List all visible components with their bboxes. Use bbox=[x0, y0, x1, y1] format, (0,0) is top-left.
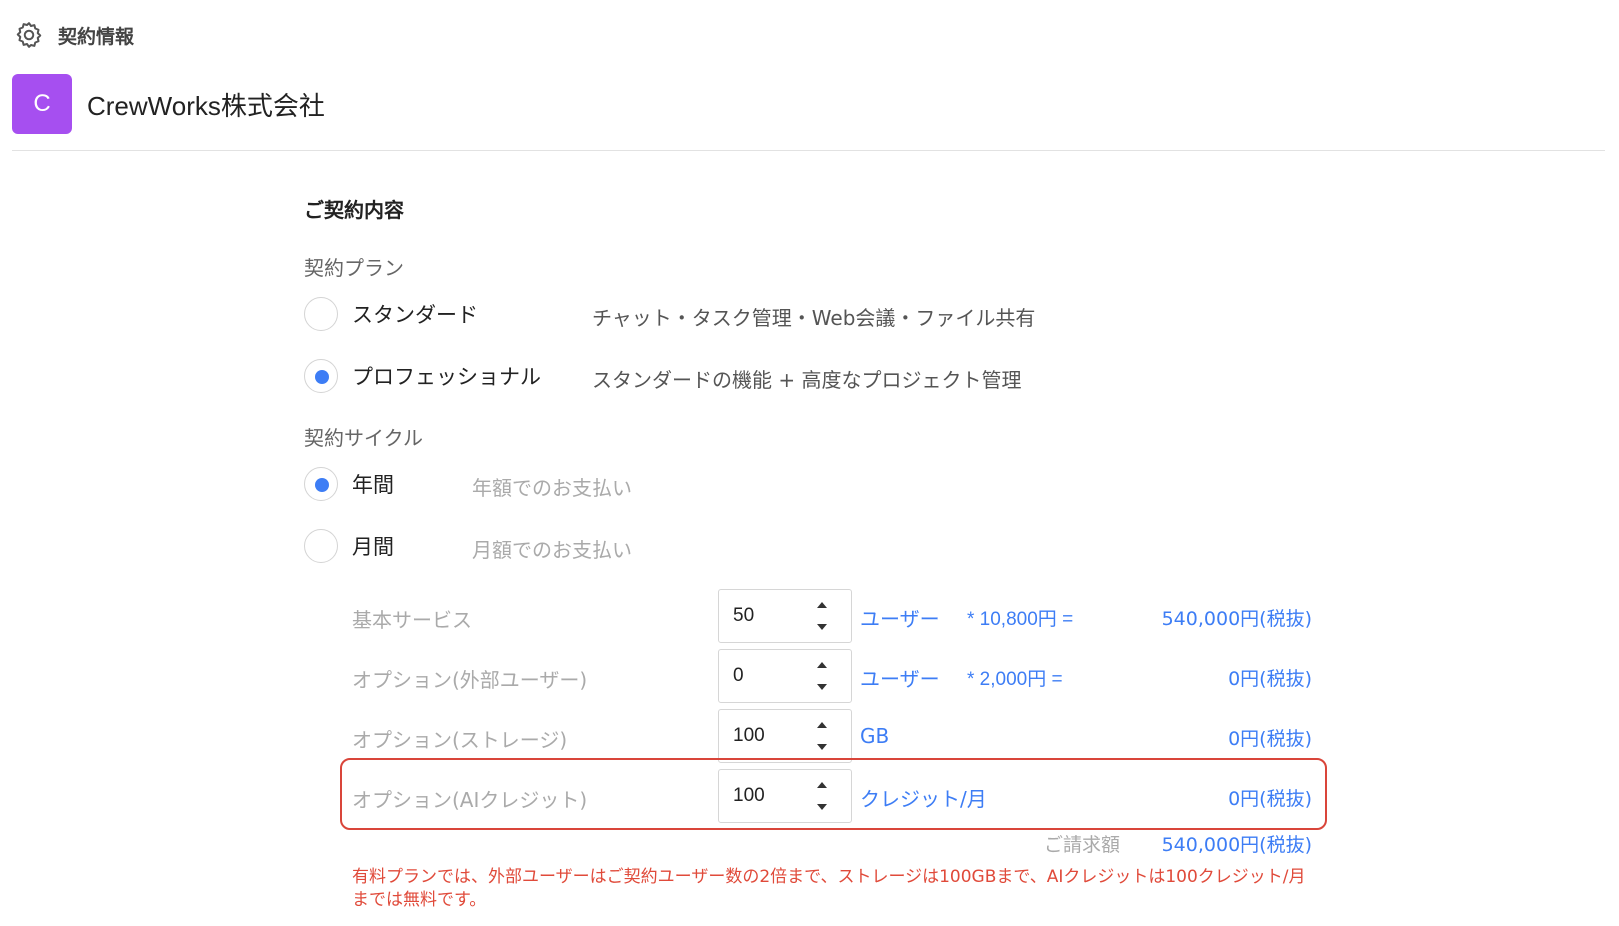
cycle-annual-label: 年間 bbox=[352, 473, 394, 497]
decrement-arrow-icon[interactable] bbox=[817, 624, 827, 630]
cycle-monthly-radio[interactable] bbox=[304, 529, 338, 563]
cycle-group-label: 契約サイクル bbox=[304, 426, 423, 450]
total-amount: 540,000円(税抜) bbox=[1161, 834, 1312, 856]
external-users-quantity-stepper[interactable]: 0 bbox=[718, 649, 852, 703]
company-avatar: C bbox=[12, 74, 72, 134]
line-item-unit: GB bbox=[860, 724, 890, 748]
line-item-unit: ユーザー bbox=[860, 667, 940, 691]
section-title: ご契約内容 bbox=[304, 198, 404, 222]
plan-professional-description: スタンダードの機能 + 高度なプロジェクト管理 bbox=[592, 368, 1022, 392]
stepper-value: 50 bbox=[733, 605, 755, 626]
line-item-label: オプション(外部ユーザー) bbox=[352, 668, 588, 692]
plan-professional-radio[interactable] bbox=[304, 359, 338, 393]
page-title: 契約情報 bbox=[58, 25, 135, 48]
stepper-value: 0 bbox=[733, 665, 744, 686]
page-header: 契約情報 bbox=[14, 20, 134, 50]
line-item-unit: ユーザー bbox=[860, 607, 940, 631]
increment-arrow-icon[interactable] bbox=[817, 602, 827, 608]
stepper-value: 100 bbox=[733, 725, 765, 746]
line-item-rate: * 2,000円 = bbox=[967, 669, 1063, 690]
line-item-amount: 0円(税抜) bbox=[1228, 728, 1312, 750]
header-divider bbox=[12, 150, 1605, 151]
line-item-label: オプション(ストレージ) bbox=[352, 728, 568, 752]
total-label: ご請求額 bbox=[1044, 834, 1121, 856]
line-item-label: オプション(AIクレジット) bbox=[352, 788, 588, 812]
cycle-annual-radio[interactable] bbox=[304, 467, 338, 501]
storage-quantity-stepper[interactable]: 100 bbox=[718, 709, 852, 763]
decrement-arrow-icon[interactable] bbox=[817, 804, 827, 810]
plan-standard-label: スタンダード bbox=[352, 303, 478, 327]
plan-standard-description: チャット・タスク管理・Web会議・ファイル共有 bbox=[592, 306, 1036, 330]
plan-professional-label: プロフェッショナル bbox=[352, 365, 541, 389]
company-name: CrewWorks株式会社 bbox=[87, 90, 325, 121]
cycle-annual-description: 年額でのお支払い bbox=[472, 476, 632, 500]
cycle-option-annual[interactable]: 年間 bbox=[304, 466, 394, 502]
base-service-quantity-stepper[interactable]: 50 bbox=[718, 589, 852, 643]
line-item-unit: クレジット/月 bbox=[860, 787, 987, 811]
cycle-monthly-description: 月額でのお支払い bbox=[472, 538, 632, 562]
gear-icon bbox=[14, 20, 44, 50]
decrement-arrow-icon[interactable] bbox=[817, 744, 827, 750]
line-item-rate: * 10,800円 = bbox=[967, 609, 1074, 630]
increment-arrow-icon[interactable] bbox=[817, 662, 827, 668]
plan-group-label: 契約プラン bbox=[304, 256, 404, 280]
cycle-monthly-label: 月間 bbox=[352, 535, 394, 559]
line-item-amount: 540,000円(税抜) bbox=[1161, 608, 1312, 630]
pricing-note: 有料プランでは、外部ユーザーはご契約ユーザー数の2倍まで、ストレージは100GB… bbox=[352, 867, 1306, 910]
plan-standard-radio[interactable] bbox=[304, 297, 338, 331]
line-item-label: 基本サービス bbox=[352, 608, 472, 632]
company-info: C CrewWorks株式会社 bbox=[12, 74, 325, 134]
line-item-amount: 0円(税抜) bbox=[1228, 668, 1312, 690]
cycle-option-monthly[interactable]: 月間 bbox=[304, 528, 394, 564]
stepper-value: 100 bbox=[733, 785, 765, 806]
ai-credit-quantity-stepper[interactable]: 100 bbox=[718, 769, 852, 823]
plan-option-professional[interactable]: プロフェッショナル bbox=[304, 358, 541, 394]
increment-arrow-icon[interactable] bbox=[817, 722, 827, 728]
plan-option-standard[interactable]: スタンダード bbox=[304, 296, 478, 332]
decrement-arrow-icon[interactable] bbox=[817, 684, 827, 690]
line-item-amount: 0円(税抜) bbox=[1228, 788, 1312, 810]
increment-arrow-icon[interactable] bbox=[817, 782, 827, 788]
